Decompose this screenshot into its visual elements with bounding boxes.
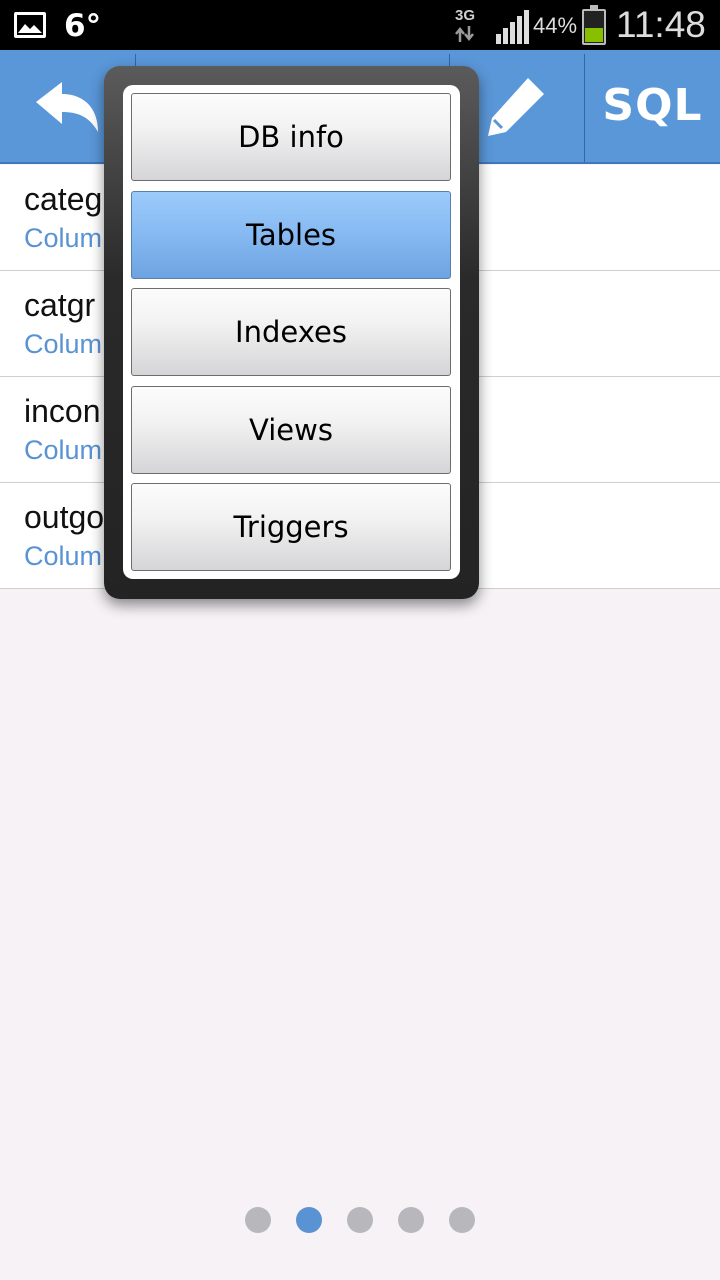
table-subtitle: Colum: [24, 541, 103, 571]
battery-percent: 44%: [533, 13, 578, 38]
menu-item-triggers[interactable]: Triggers: [131, 483, 451, 571]
battery-level: [585, 27, 603, 42]
page-dot[interactable]: [347, 1207, 373, 1233]
menu-item-indexes[interactable]: Indexes: [131, 288, 451, 376]
menu-item-views[interactable]: Views: [131, 386, 451, 474]
menu-item-db-info[interactable]: DB info: [131, 93, 451, 181]
back-arrow-icon: [36, 82, 98, 132]
table-name: outgo: [24, 499, 105, 535]
page-dot[interactable]: [449, 1207, 475, 1233]
popup-menu-panel: DB info Tables Indexes Views Triggers: [123, 85, 460, 579]
pencil-icon: [488, 78, 544, 136]
battery-icon: [582, 5, 606, 45]
table-name: incon: [24, 393, 101, 429]
status-bar: 6° 3G 44% 11:48: [0, 0, 720, 50]
page-indicator: [0, 1207, 720, 1233]
data-arrows-icon: [455, 26, 474, 42]
page-dot[interactable]: [398, 1207, 424, 1233]
table-name: categ: [24, 181, 103, 217]
network-type: 3G: [454, 7, 475, 24]
menu-item-tables[interactable]: Tables: [131, 191, 451, 279]
sql-button[interactable]: SQL: [585, 50, 720, 162]
table-subtitle: Colum: [24, 435, 103, 465]
table-subtitle: Colum: [24, 329, 103, 359]
page-dot-active[interactable]: [296, 1207, 322, 1233]
clock: 11:48: [616, 4, 706, 45]
navigation-popup: DB info Tables Indexes Views Triggers: [104, 66, 479, 599]
temperature: 6°: [64, 8, 102, 44]
signal-icon: [496, 10, 529, 44]
gallery-icon: [14, 12, 46, 38]
table-name: catgr: [24, 287, 96, 323]
table-subtitle: Colum: [24, 223, 103, 253]
page-dot[interactable]: [245, 1207, 271, 1233]
